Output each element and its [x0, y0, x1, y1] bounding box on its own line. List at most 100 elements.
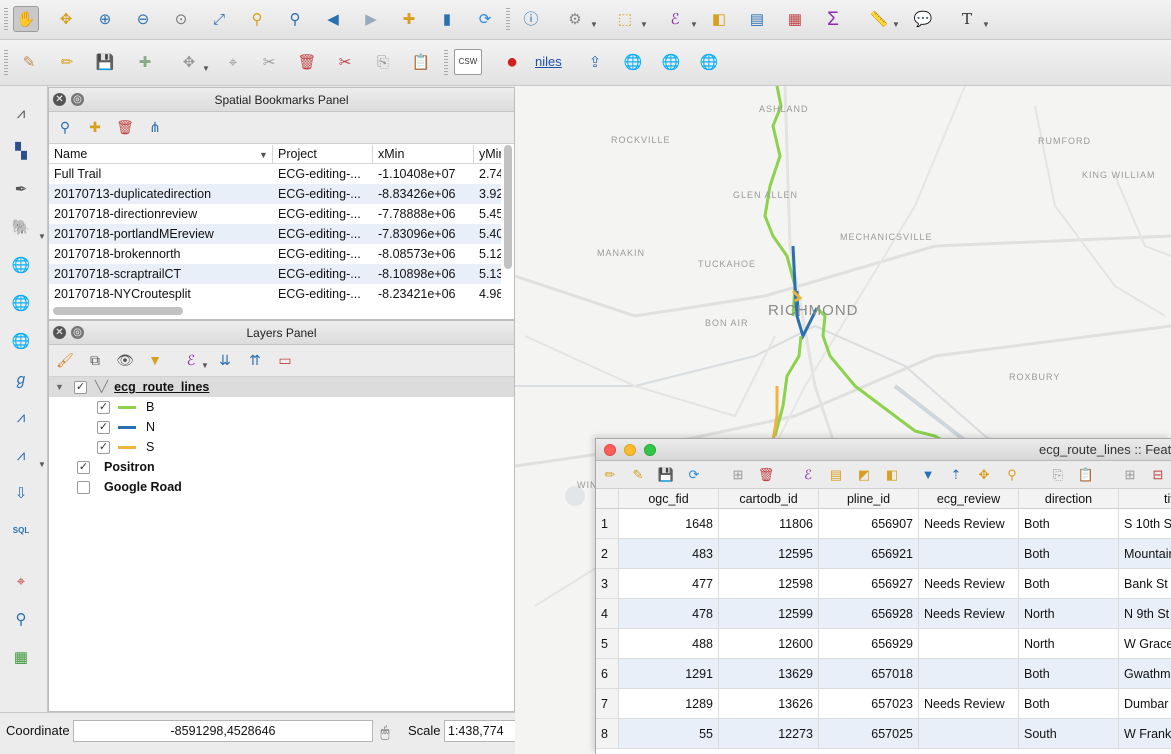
table-row[interactable]: 20170713-duplicatedirection ECG-editing-.… — [49, 184, 501, 204]
visibility-icon[interactable]: 👁 — [113, 348, 137, 372]
table-row[interactable]: 2 483 12595 656921 Both Mountain — [596, 539, 1171, 569]
delete-selected-icon[interactable]: 🗑 — [755, 463, 777, 485]
table-row[interactable]: 1 1648 11806 656907 Needs Review Both S 10th S… — [596, 509, 1171, 539]
filter-by-expression-icon[interactable]: ℰ — [179, 348, 203, 372]
share-bookmark-icon[interactable]: ⋔ — [143, 115, 167, 139]
collapse-all-icon[interactable]: ⇈ — [243, 348, 267, 372]
user-link[interactable]: niles — [535, 54, 562, 69]
text-annotation-icon[interactable]: T — [954, 6, 980, 32]
collapse-arrow-icon[interactable]: ▼ — [55, 377, 64, 397]
column-header-ogc-fid[interactable]: ogc_fid — [619, 489, 719, 508]
vertical-scrollbar[interactable] — [504, 145, 512, 269]
chevron-down-icon[interactable]: ▼ — [690, 20, 698, 29]
move-feature-icon[interactable]: ✥ — [176, 49, 202, 75]
float-icon[interactable]: ◎ — [71, 326, 84, 339]
refresh-layers-icon[interactable]: ▦ — [8, 644, 34, 670]
deselect-all-icon[interactable]: ◧ — [881, 463, 903, 485]
new-bookmark-icon[interactable]: ✚ — [396, 6, 422, 32]
table-row[interactable]: 3 477 12598 656927 Needs Review Both Bank St — [596, 569, 1171, 599]
table-row[interactable]: 20170718-directionreview ECG-editing-... -… — [49, 204, 501, 224]
run-action-icon[interactable]: ⚙ — [562, 6, 588, 32]
column-header-ymin[interactable]: yMin — [474, 145, 501, 164]
select-features-icon[interactable]: ⬚ — [612, 6, 638, 32]
table-row[interactable]: 20170718-scraptrailCT ECG-editing-... -8.1… — [49, 264, 501, 284]
copy-rows-icon[interactable]: ⎘ — [1047, 463, 1069, 485]
toggle-editing-icon[interactable]: ✏ — [54, 49, 80, 75]
legend-item[interactable]: ✓ S — [97, 437, 154, 457]
node-tool-icon[interactable]: ⌖ — [220, 49, 246, 75]
pan-to-selection-icon[interactable]: ✥ — [973, 463, 995, 485]
add-db2-layer-icon[interactable]: ⇩ — [8, 480, 34, 506]
table-row[interactable]: 20170718-NYCroutesplit ECG-editing-... -8.… — [49, 284, 501, 304]
chevron-down-icon[interactable]: ▼ — [202, 64, 210, 73]
pan-to-selection-icon[interactable]: ✥ — [53, 6, 79, 32]
column-header-ecg-review[interactable]: ecg_review — [919, 489, 1019, 508]
metasearch-add-icon[interactable]: 🌐 — [620, 49, 646, 75]
table-row[interactable]: 8 55 12273 657025 South W Frank — [596, 719, 1171, 749]
cut-features-icon[interactable]: ✂ — [332, 49, 358, 75]
row-number[interactable]: 1 — [596, 509, 619, 538]
zoom-next-icon[interactable]: ▶ — [358, 6, 384, 32]
layer-checkbox[interactable]: ✓ — [77, 460, 90, 474]
metasearch-globe-icon[interactable]: 🌐 — [658, 49, 684, 75]
window-titlebar[interactable]: ecg_route_lines :: Features — [596, 439, 1171, 461]
row-number[interactable]: 3 — [596, 569, 619, 598]
zoom-last-icon[interactable]: ◀ — [320, 6, 346, 32]
add-delimited-text-icon[interactable]: ✒ — [8, 176, 34, 202]
delete-bookmark-icon[interactable]: 🗑 — [113, 115, 137, 139]
chevron-down-icon[interactable]: ▼ — [640, 20, 648, 29]
multi-edit-icon[interactable]: ✎ — [627, 463, 649, 485]
toggle-editing-icon[interactable]: ✏ — [599, 463, 621, 485]
reload-icon[interactable]: ⟳ — [683, 463, 705, 485]
add-mssql-layer-icon[interactable]: SQL — [8, 518, 34, 544]
metasearch-search-icon[interactable]: 🌐 — [696, 49, 722, 75]
statistics-icon[interactable]: Σ — [820, 6, 846, 32]
filter-icon[interactable]: ▼ — [917, 463, 939, 485]
map-tips-icon[interactable]: 💬 — [910, 6, 936, 32]
category-checkbox[interactable]: ✓ — [97, 400, 110, 414]
table-row[interactable]: 20170718-brokennorth ECG-editing-... -8.08… — [49, 244, 501, 264]
table-row[interactable]: 7 1289 13626 657023 Needs Review Both Dumbar — [596, 689, 1171, 719]
layer-row[interactable]: Google Road — [77, 477, 182, 497]
float-icon[interactable]: ◎ — [71, 93, 84, 106]
zoom-full-icon[interactable]: ⤢ — [206, 6, 232, 32]
add-feature-icon[interactable]: ⊞ — [727, 463, 749, 485]
chevron-down-icon[interactable]: ▼ — [892, 20, 900, 29]
column-header-project[interactable]: Project — [273, 145, 373, 164]
legend-item[interactable]: ✓ N — [97, 417, 155, 437]
delete-field-icon[interactable]: ⊟ — [1147, 463, 1169, 485]
toolbar-grip[interactable] — [444, 50, 448, 76]
layer-row[interactable]: ✓ Positron — [77, 457, 155, 477]
metasearch-icon[interactable]: ⇪ — [582, 49, 608, 75]
column-header-pline-id[interactable]: pline_id — [819, 489, 919, 508]
new-shapefile-icon[interactable]: ⩘ — [8, 442, 34, 468]
style-manager-icon[interactable]: 🖌 — [53, 348, 77, 372]
row-number[interactable]: 4 — [596, 599, 619, 628]
close-icon[interactable]: ✕ — [53, 93, 66, 106]
chevron-down-icon[interactable]: ▼ — [201, 361, 209, 370]
deselect-icon[interactable]: ◧ — [706, 6, 732, 32]
add-bookmark-icon[interactable]: ✚ — [83, 115, 107, 139]
select-by-expression-icon[interactable]: ℰ — [662, 6, 688, 32]
zoom-button[interactable] — [644, 444, 656, 456]
current-edits-icon[interactable]: ✎ — [16, 49, 42, 75]
add-virtual-layer-icon[interactable]: ⩘ — [8, 404, 34, 430]
gps-icon[interactable]: ⌖ — [8, 568, 34, 594]
column-header-direction[interactable]: direction — [1019, 489, 1119, 508]
category-checkbox[interactable]: ✓ — [97, 440, 110, 454]
refresh-icon[interactable]: ⟳ — [472, 6, 498, 32]
save-edits-icon[interactable]: 💾 — [92, 49, 118, 75]
paste-rows-icon[interactable]: 📋 — [1075, 463, 1097, 485]
add-spatialite-icon[interactable]: ℊ — [8, 366, 34, 392]
attribute-table-icon[interactable]: ▤ — [744, 6, 770, 32]
close-icon[interactable]: ✕ — [53, 326, 66, 339]
zoom-native-icon[interactable]: ⊙ — [168, 6, 194, 32]
zoom-out-icon[interactable]: ⊖ — [130, 6, 156, 32]
zoom-to-bookmark-icon[interactable]: ⚲ — [53, 115, 77, 139]
chevron-down-icon[interactable]: ▼ — [982, 20, 990, 29]
invert-selection-icon[interactable]: ◩ — [853, 463, 875, 485]
select-by-expression-icon[interactable]: ℰ — [797, 463, 819, 485]
row-number[interactable]: 8 — [596, 719, 619, 748]
legend-item[interactable]: ✓ B — [97, 397, 154, 417]
measure-icon[interactable]: 📏 — [866, 6, 892, 32]
